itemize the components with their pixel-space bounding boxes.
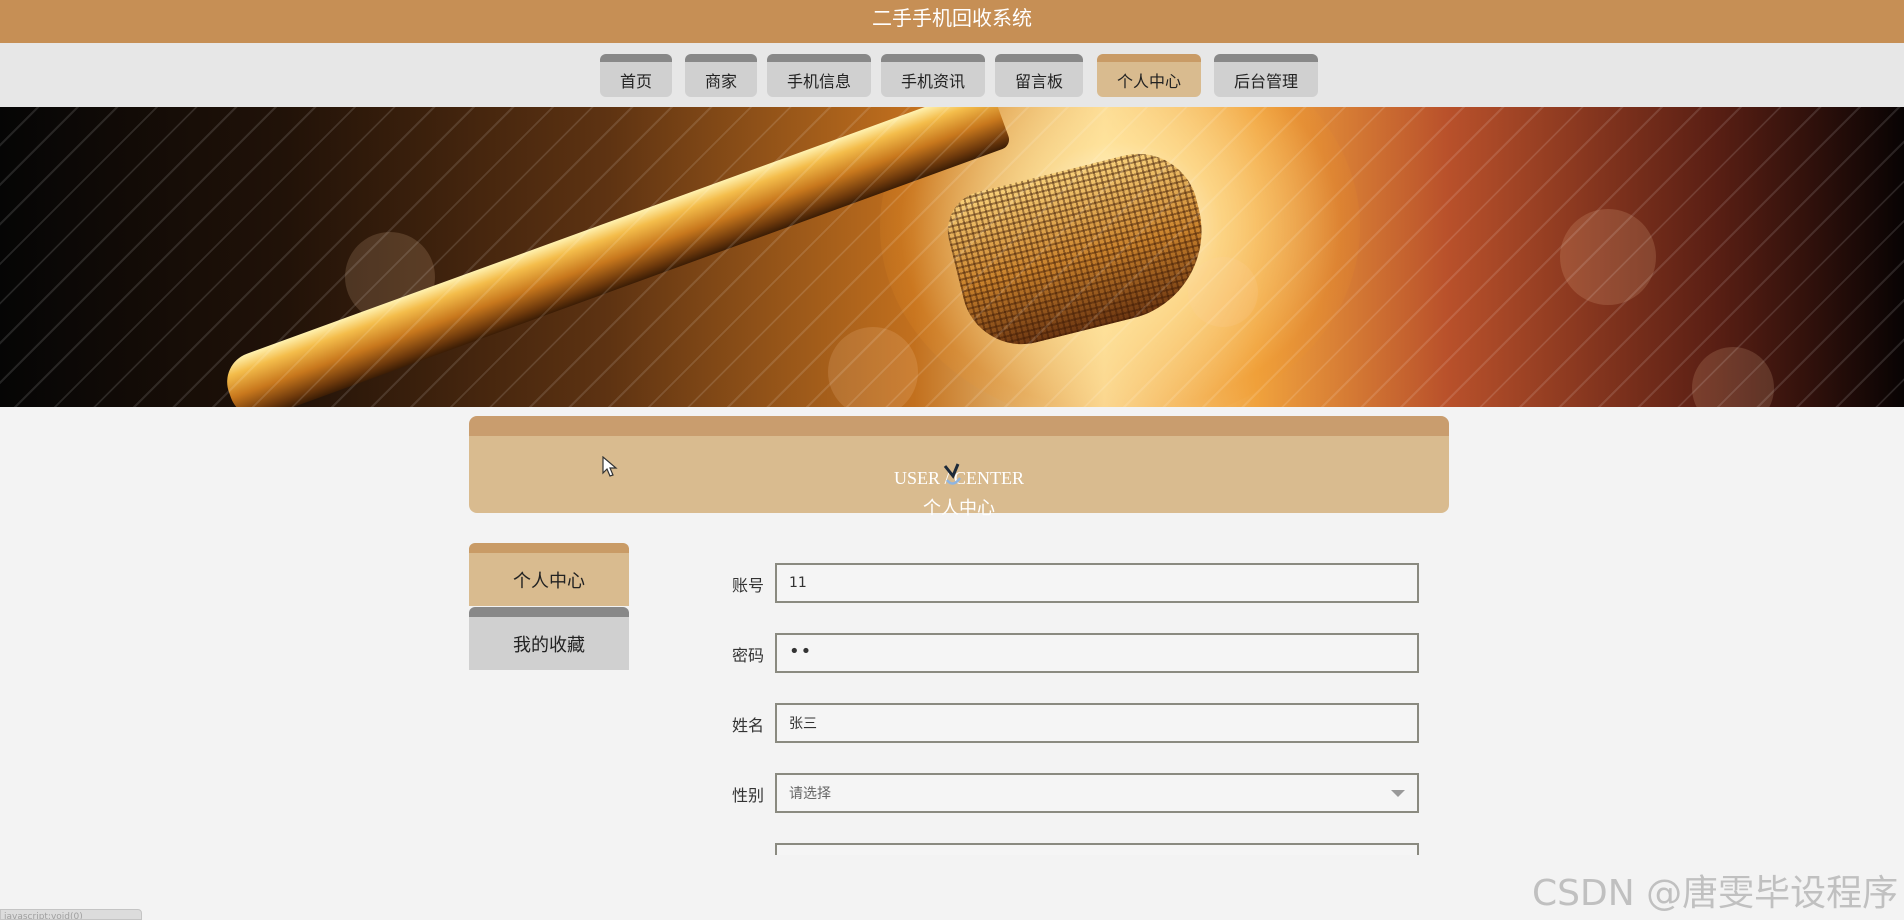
status-bar-url: javascript:void(0) <box>0 909 142 920</box>
watermark: CSDN @唐雯毕设程序 <box>1532 873 1899 914</box>
section-title-cn: 个人中心 <box>923 498 995 519</box>
nav-merchants[interactable]: 商家 <box>685 54 757 97</box>
hero-banner <box>0 107 1904 407</box>
nav-message-board[interactable]: 留言板 <box>995 54 1083 97</box>
next-field-input[interactable] <box>775 843 1419 855</box>
password-label: 密码 <box>731 646 764 665</box>
gender-select-value: 请选择 <box>789 786 831 802</box>
loading-spinner-icon <box>943 463 962 485</box>
site-title-bar: 二手手机回收系统 <box>0 0 1904 43</box>
chevron-down-icon <box>1391 790 1405 797</box>
nav-phone-news[interactable]: 手机资讯 <box>881 54 985 97</box>
sidebar-item-favorites[interactable]: 我的收藏 <box>469 607 629 670</box>
nav-home[interactable]: 首页 <box>600 54 672 97</box>
nav-admin[interactable]: 后台管理 <box>1214 54 1318 97</box>
name-label: 姓名 <box>731 716 764 735</box>
password-input[interactable]: •• <box>775 633 1419 673</box>
mouse-cursor-icon <box>602 456 618 477</box>
site-title: 二手手机回收系统 <box>872 6 1032 30</box>
gender-label: 性别 <box>731 786 764 805</box>
sidebar-item-user-center[interactable]: 个人中心 <box>469 543 629 606</box>
name-input[interactable]: 张三 <box>775 703 1419 743</box>
nav-phone-info[interactable]: 手机信息 <box>767 54 871 97</box>
account-input[interactable]: 11 <box>775 563 1419 603</box>
gender-select[interactable]: 请选择 <box>775 773 1419 813</box>
banner-stripes <box>0 107 1904 407</box>
main-nav: 首页 商家 手机信息 手机资讯 留言板 个人中心 后台管理 <box>0 43 1904 107</box>
nav-user-center[interactable]: 个人中心 <box>1097 54 1201 97</box>
account-label: 账号 <box>731 576 764 595</box>
